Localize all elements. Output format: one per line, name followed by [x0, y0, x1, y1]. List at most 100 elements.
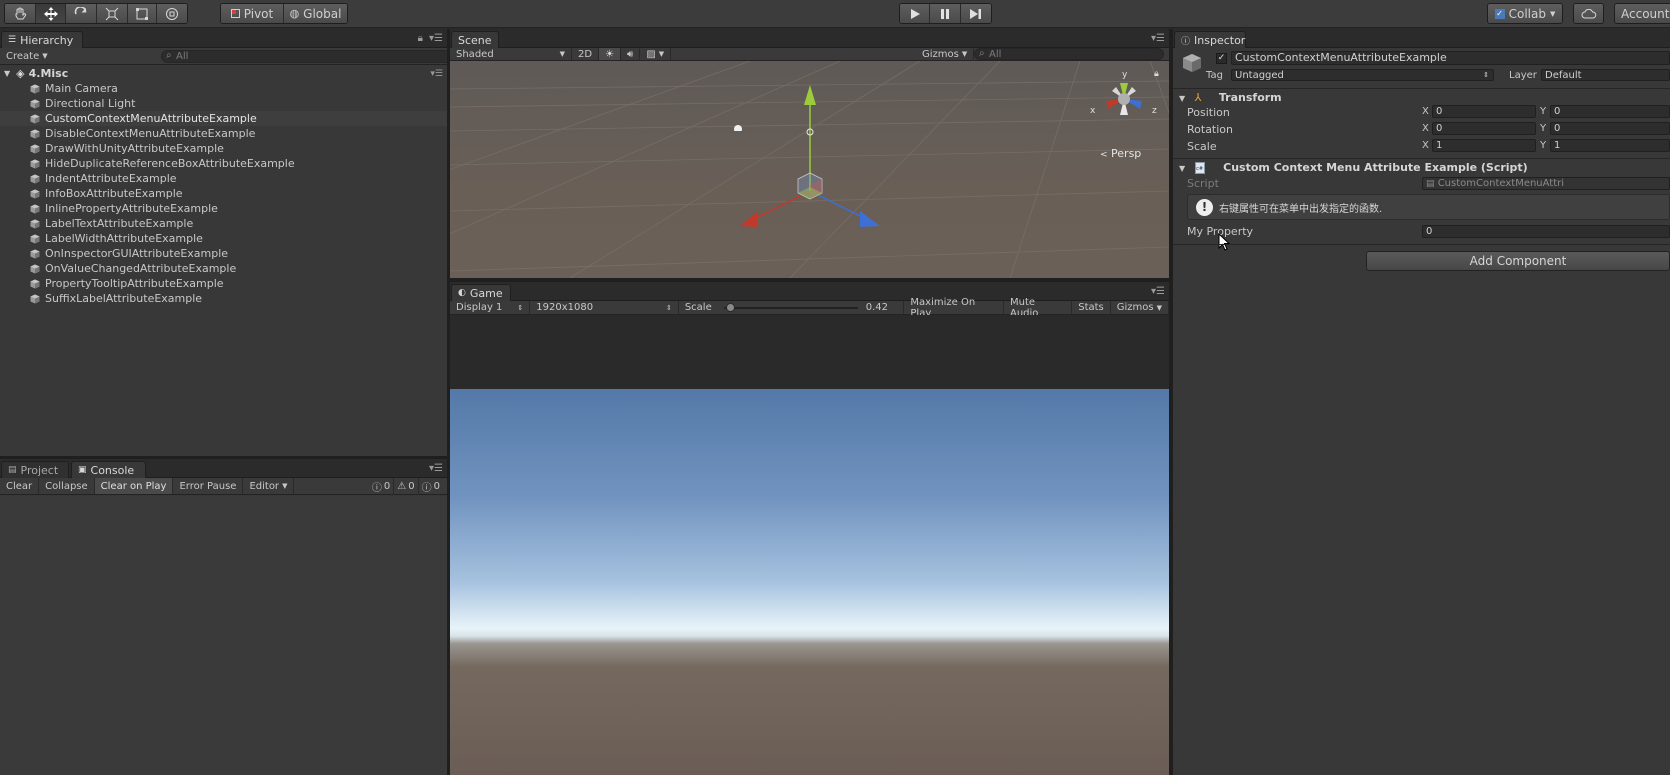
- hierarchy-item[interactable]: InlinePropertyAttributeExample: [0, 201, 447, 216]
- hand-tool-icon[interactable]: [5, 4, 36, 23]
- panel-menu-icon[interactable]: ▾☰: [429, 33, 443, 44]
- splitter-right[interactable]: [1169, 29, 1173, 775]
- stats-button[interactable]: Stats: [1072, 301, 1111, 314]
- y-axis-label[interactable]: Y: [1540, 106, 1546, 117]
- editor-dropdown[interactable]: Editor ▼: [243, 478, 295, 494]
- collapse-button[interactable]: Collapse: [39, 478, 95, 494]
- error-count-toggle[interactable]: ⓘ 0: [419, 478, 443, 495]
- splitter-left[interactable]: [447, 29, 450, 775]
- cloud-button[interactable]: [1573, 3, 1604, 24]
- scene-gizmos-dropdown[interactable]: Gizmos ▼: [916, 47, 975, 61]
- y-value-field[interactable]: 0: [1550, 105, 1670, 118]
- hierarchy-search-input[interactable]: All: [161, 50, 469, 63]
- x-axis-label[interactable]: X: [1422, 106, 1429, 117]
- scene-viewport[interactable]: y x z 🔒︎ < Persp: [450, 61, 1169, 278]
- scene-header[interactable]: ▼ ◈ 4.Misc ▾☰: [0, 66, 447, 81]
- transform-header[interactable]: ▼ ⅄ Transform: [1179, 91, 1282, 104]
- tab-game[interactable]: ◐ Game: [451, 284, 511, 301]
- hierarchy-item[interactable]: CustomContextMenuAttributeExample: [0, 111, 447, 126]
- mute-audio-button[interactable]: Mute Audio: [1004, 297, 1073, 319]
- pause-icon[interactable]: [930, 4, 961, 23]
- effects-dropdown[interactable]: ▨ ▼: [640, 48, 672, 60]
- step-icon[interactable]: [960, 4, 991, 23]
- x-value-field[interactable]: 0: [1432, 122, 1536, 135]
- x-value-field[interactable]: 0: [1432, 105, 1536, 118]
- transform-row-label[interactable]: Scale: [1187, 140, 1217, 153]
- global-button[interactable]: ◍ Global: [284, 4, 347, 23]
- scale-slider-thumb[interactable]: [726, 302, 736, 312]
- tag-dropdown[interactable]: Untagged ⇕: [1231, 69, 1494, 81]
- lighting-toggle[interactable]: ☀: [599, 48, 622, 60]
- add-component-button[interactable]: Add Component: [1366, 251, 1670, 271]
- error-pause-button[interactable]: Error Pause: [173, 478, 244, 494]
- hierarchy-item[interactable]: HideDuplicateReferenceBoxAttributeExampl…: [0, 156, 447, 171]
- script-component-header[interactable]: ▼ c# Custom Context Menu Attribute Examp…: [1179, 161, 1528, 174]
- resolution-dropdown[interactable]: 1920x1080 ⇕: [530, 301, 679, 314]
- move-gizmo[interactable]: [710, 81, 910, 231]
- rect-tool-icon[interactable]: [127, 4, 158, 23]
- game-viewport[interactable]: [450, 315, 1169, 775]
- hierarchy-item[interactable]: DrawWithUnityAttributeExample: [0, 141, 447, 156]
- pivot-button[interactable]: Pivot: [221, 4, 285, 23]
- warning-count-toggle[interactable]: ⚠ 0: [394, 478, 419, 495]
- tab-project[interactable]: ▤ Project: [1, 461, 69, 478]
- object-name-field[interactable]: CustomContextMenuAttributeExample: [1231, 51, 1670, 65]
- move-tool-icon[interactable]: [35, 4, 67, 23]
- my-property-field[interactable]: 0: [1422, 225, 1670, 238]
- hierarchy-item[interactable]: OnValueChangedAttributeExample: [0, 261, 447, 276]
- clear-on-play-button[interactable]: Clear on Play: [94, 478, 174, 494]
- hierarchy-item[interactable]: LabelWidthAttributeExample: [0, 231, 447, 246]
- transform-tool-icon[interactable]: [157, 4, 187, 23]
- panel-menu-icon[interactable]: ▾☰: [1151, 286, 1165, 297]
- persp-label[interactable]: < Persp: [1100, 147, 1141, 160]
- maximize-on-play-button[interactable]: Maximize On Play: [904, 297, 1004, 319]
- x-axis-label[interactable]: X: [1422, 140, 1429, 151]
- clear-button[interactable]: Clear: [0, 478, 40, 494]
- collab-dropdown[interactable]: ✓ Collab ▼: [1487, 3, 1563, 24]
- y-axis-label[interactable]: Y: [1540, 123, 1546, 134]
- hierarchy-item[interactable]: PropertyTooltipAttributeExample: [0, 276, 447, 291]
- hierarchy-item[interactable]: InfoBoxAttributeExample: [0, 186, 447, 201]
- hierarchy-item[interactable]: Main Camera: [0, 81, 447, 96]
- tab-console[interactable]: ▣ Console: [71, 461, 146, 478]
- scene-search-input[interactable]: All: [974, 48, 1164, 60]
- mode-2d-button[interactable]: 2D: [572, 48, 600, 60]
- orientation-gizmo[interactable]: y x z: [1084, 69, 1164, 139]
- game-gizmos-dropdown[interactable]: Gizmos ▼: [1111, 301, 1170, 314]
- panel-menu-icon[interactable]: ▾☰: [1151, 33, 1165, 44]
- log-count-toggle[interactable]: ⓘ 0: [369, 478, 395, 495]
- transform-row-label[interactable]: Rotation: [1187, 123, 1233, 136]
- scale-tool-icon[interactable]: [97, 4, 128, 23]
- layer-dropdown[interactable]: Default: [1541, 69, 1670, 81]
- hierarchy-item[interactable]: SuffixLabelAttributeExample: [0, 291, 447, 306]
- hierarchy-item[interactable]: OnInspectorGUIAttributeExample: [0, 246, 447, 261]
- y-value-field[interactable]: 0: [1550, 122, 1670, 135]
- audio-toggle[interactable]: 🔊︎: [621, 48, 641, 60]
- active-checkbox[interactable]: ✓: [1216, 53, 1227, 64]
- rotate-tool-icon[interactable]: [66, 4, 98, 23]
- transform-row-label[interactable]: Position: [1187, 106, 1230, 119]
- hierarchy-item[interactable]: DisableContextMenuAttributeExample: [0, 126, 447, 141]
- lock-icon[interactable]: 🔒︎: [1154, 69, 1159, 79]
- hierarchy-item[interactable]: IndentAttributeExample: [0, 171, 447, 186]
- account-dropdown[interactable]: Account: [1614, 3, 1670, 24]
- script-reference-field[interactable]: ▤ CustomContextMenuAttri: [1422, 177, 1670, 190]
- hierarchy-item[interactable]: Directional Light: [0, 96, 447, 111]
- scene-menu-icon[interactable]: ▾☰: [430, 69, 443, 79]
- create-dropdown[interactable]: Create ▼: [0, 48, 54, 64]
- splitter-hierarchy-console[interactable]: [0, 456, 447, 459]
- hierarchy-item[interactable]: LabelTextAttributeExample: [0, 216, 447, 231]
- scale-slider[interactable]: [723, 302, 858, 312]
- x-value-field[interactable]: 1: [1432, 139, 1536, 152]
- tab-scene[interactable]: Scene: [451, 31, 499, 48]
- display-dropdown[interactable]: Display 1 ⇕: [450, 301, 531, 314]
- play-icon[interactable]: [900, 4, 931, 23]
- splitter-scene-game[interactable]: [450, 278, 1169, 282]
- y-value-field[interactable]: 1: [1550, 139, 1670, 152]
- tab-hierarchy[interactable]: ☰ Hierarchy: [1, 31, 83, 48]
- tab-inspector[interactable]: ⓘ Inspector: [1174, 31, 1246, 48]
- panel-menu-icon[interactable]: ▾☰: [429, 463, 443, 474]
- x-axis-label[interactable]: X: [1422, 123, 1429, 134]
- lock-icon[interactable]: 🔒︎: [418, 33, 423, 44]
- y-axis-label[interactable]: Y: [1540, 140, 1546, 151]
